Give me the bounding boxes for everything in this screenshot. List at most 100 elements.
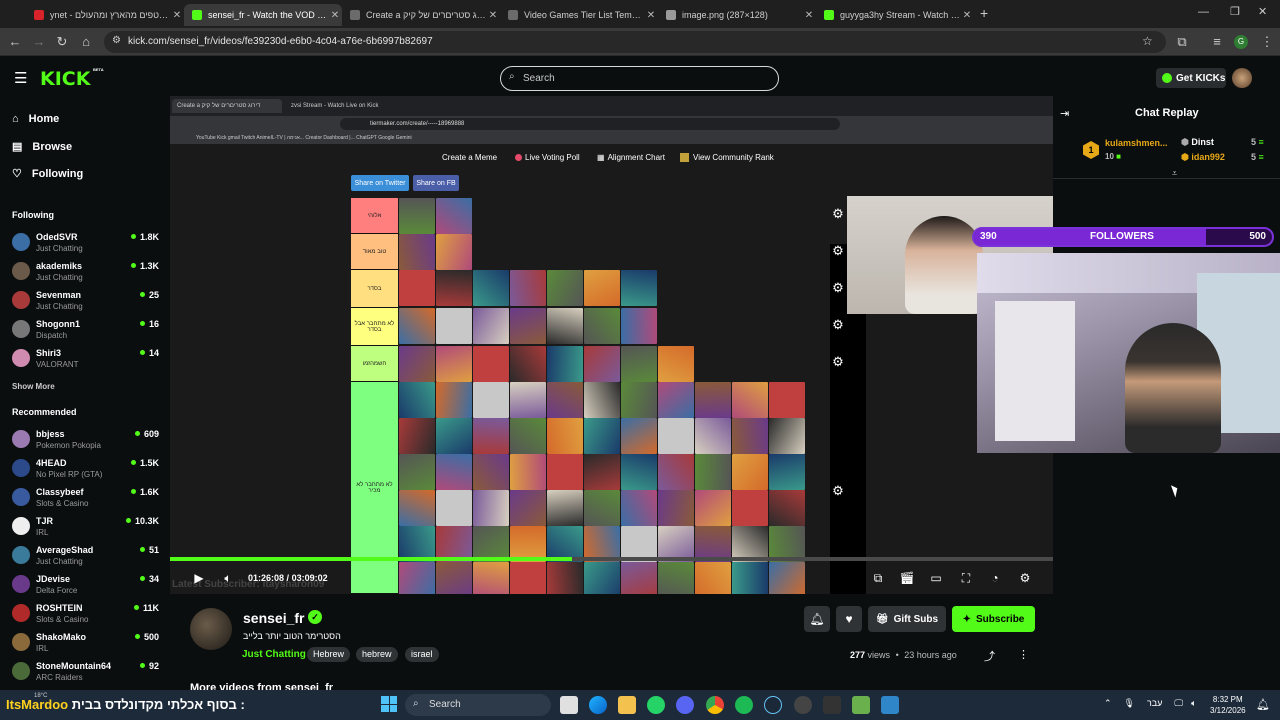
- tag-pill[interactable]: israel: [405, 647, 439, 662]
- taskbar-clock[interactable]: 8:32 PM 3/12/2026: [1210, 694, 1246, 716]
- browser-tab[interactable]: Create a דירוג סטריםרים של קיק ✕: [342, 4, 500, 26]
- whatsapp-icon[interactable]: [647, 696, 665, 714]
- settings-icon[interactable]: ⚙: [1017, 571, 1033, 585]
- notification-bell-button[interactable]: 🔔︎: [804, 606, 830, 632]
- restore-icon[interactable]: ❐: [1230, 5, 1240, 18]
- stream-category[interactable]: Just Chatting: [242, 649, 306, 660]
- channel-item[interactable]: OdedSVR Just Chatting 1.8K: [12, 228, 162, 256]
- gift-subs-button[interactable]: 🎁︎ Gift Subs: [868, 606, 946, 632]
- hamburger-menu-icon[interactable]: ☰: [14, 69, 27, 87]
- channel-item[interactable]: TJR IRL 10.3K: [12, 512, 162, 540]
- notepad-icon[interactable]: [881, 696, 899, 714]
- channel-item[interactable]: Classybeef Slots & Casino 1.6K: [12, 483, 162, 511]
- get-kicks-button[interactable]: Get KICKs: [1156, 68, 1226, 88]
- taskbar-search[interactable]: ⌕ Search: [405, 694, 551, 716]
- extensions-icon[interactable]: ⧉: [1174, 34, 1190, 50]
- close-window-icon[interactable]: ✕: [1258, 5, 1267, 18]
- chrome-icon[interactable]: [706, 696, 724, 714]
- tag-pill[interactable]: hebrew: [356, 647, 398, 662]
- channel-item[interactable]: 4HEAD No Pixel RP (GTA) 1.5K: [12, 454, 162, 482]
- follow-heart-button[interactable]: ♥: [836, 606, 862, 632]
- browser-tab[interactable]: guyyga3hy Stream - Watch Live on Kick ✕: [816, 4, 974, 26]
- live-dot-icon: [134, 634, 140, 639]
- sidebar-item-browse[interactable]: ▤ Browse: [12, 140, 72, 153]
- stream-tab: Create a דירוג סטריםרים של קיק: [172, 99, 282, 113]
- reload-icon[interactable]: ↻: [54, 34, 70, 50]
- channel-item[interactable]: Shogonn1 Dispatch 16: [12, 315, 162, 343]
- channel-item[interactable]: ROSHTEIN Slots & Casino 11K: [12, 599, 162, 627]
- discord-icon[interactable]: [676, 696, 694, 714]
- user-avatar[interactable]: [1232, 68, 1252, 88]
- channel-item[interactable]: akademiks Just Chatting 1.3K: [12, 257, 162, 285]
- channel-item[interactable]: ShakoMako IRL 500: [12, 628, 162, 656]
- browser-tab[interactable]: Video Games Tier List Template ✕: [500, 4, 658, 26]
- close-tab-icon[interactable]: ✕: [802, 10, 816, 21]
- browser-tab[interactable]: image.png (287×128) ✕: [658, 4, 816, 26]
- browser-tab-active[interactable]: sensei_fr - Watch the VOD on Kick ✕: [184, 4, 342, 26]
- channel-item[interactable]: bbjess Pokemon Pokopia 609: [12, 425, 162, 453]
- file-explorer-icon[interactable]: [618, 696, 636, 714]
- leader-entry[interactable]: ⬢ idan992: [1181, 152, 1225, 163]
- profile-avatar-icon[interactable]: G: [1234, 35, 1248, 49]
- app-icon[interactable]: [823, 696, 841, 714]
- search-input[interactable]: ⌕ Search: [500, 66, 779, 91]
- browser-menu-icon[interactable]: ⋮: [1259, 34, 1275, 50]
- spotify-icon[interactable]: [735, 696, 753, 714]
- windows-start-icon[interactable]: [381, 696, 397, 712]
- steam-icon[interactable]: [764, 696, 782, 714]
- subscribe-button[interactable]: ✦ Subscribe: [952, 606, 1035, 632]
- channel-name[interactable]: sensei_fr: [243, 610, 304, 626]
- bookmark-star-icon[interactable]: ☆: [1142, 34, 1153, 48]
- browser-tab[interactable]: ynet - חדשות, כלכלה, ספורט ובריאות - דיו…: [26, 4, 184, 26]
- channel-item[interactable]: Sevenman Just Chatting 25: [12, 286, 162, 314]
- speed-icon[interactable]: ◔: [987, 571, 1003, 585]
- more-options-icon[interactable]: ⋮: [1018, 648, 1029, 661]
- seek-bar[interactable]: [170, 557, 1053, 561]
- close-tab-icon[interactable]: ✕: [486, 10, 500, 21]
- back-icon[interactable]: ←: [7, 34, 23, 49]
- clip-icon[interactable]: 🎬︎: [899, 571, 915, 585]
- channel-item[interactable]: JDevise Delta Force 34: [12, 570, 162, 598]
- url-bar[interactable]: ⚙ kick.com/sensei_fr/videos/fe39230d-e6b…: [104, 31, 1166, 53]
- notification-bell-icon[interactable]: 🔔︎: [1256, 698, 1270, 711]
- theater-mode-icon[interactable]: ▭: [928, 571, 944, 585]
- system-tray[interactable]: ⌃ 🎙︎ עבר 🖵︎ 🔈︎: [1104, 698, 1197, 709]
- tab-search-icon[interactable]: ≡: [1209, 34, 1225, 49]
- task-view-icon[interactable]: [560, 696, 578, 714]
- webcam-person: [1125, 323, 1221, 453]
- close-tab-icon[interactable]: ✕: [960, 10, 974, 21]
- new-tab-icon[interactable]: +: [980, 5, 988, 21]
- channel-avatar: [12, 633, 30, 651]
- sidebar-item-home[interactable]: ⌂ Home: [12, 113, 59, 125]
- minimize-icon[interactable]: —: [1198, 6, 1209, 18]
- video-player[interactable]: Create a דירוג סטריםרים של קיק zvsi Stre…: [170, 96, 1053, 594]
- ynet-favicon-icon: [34, 10, 44, 20]
- forward-icon[interactable]: →: [31, 34, 47, 49]
- share-icon[interactable]: ⤴: [984, 648, 995, 664]
- site-info-icon[interactable]: ⚙: [112, 35, 121, 46]
- expand-leaderboard-icon[interactable]: ⩡: [1172, 168, 1177, 179]
- minecraft-icon[interactable]: [852, 696, 870, 714]
- play-icon[interactable]: ▶: [191, 571, 207, 585]
- show-more-link[interactable]: Show More: [12, 382, 55, 391]
- close-tab-icon[interactable]: ✕: [644, 10, 658, 21]
- channel-item[interactable]: AverageShad Just Chatting 51: [12, 541, 162, 569]
- sidebar-item-following[interactable]: ♡ Following: [12, 167, 83, 180]
- miniplayer-icon[interactable]: ⧉: [870, 571, 886, 586]
- home-icon[interactable]: ⌂: [78, 34, 94, 49]
- tag-pill[interactable]: Hebrew: [307, 647, 351, 662]
- edge-icon[interactable]: [589, 696, 607, 714]
- collapse-chat-icon[interactable]: ⇥: [1060, 107, 1069, 120]
- close-tab-icon[interactable]: ✕: [328, 10, 342, 21]
- channel-avatar[interactable]: [190, 608, 232, 650]
- nav-label: Following: [31, 168, 84, 180]
- close-tab-icon[interactable]: ✕: [170, 10, 184, 21]
- leader-name[interactable]: kulamshmen...: [1105, 138, 1168, 148]
- channel-item[interactable]: StoneMountain64 ARC Raiders 92: [12, 657, 162, 685]
- volume-icon[interactable]: 🔈︎: [220, 571, 236, 586]
- fullscreen-icon[interactable]: ⛶: [958, 571, 974, 586]
- channel-item[interactable]: Shiri3 VALORANT 14: [12, 344, 162, 372]
- leader-entry[interactable]: ⬢ Dinst: [1181, 137, 1214, 148]
- obs-icon[interactable]: [794, 696, 812, 714]
- kick-logo[interactable]: KICK: [40, 68, 90, 90]
